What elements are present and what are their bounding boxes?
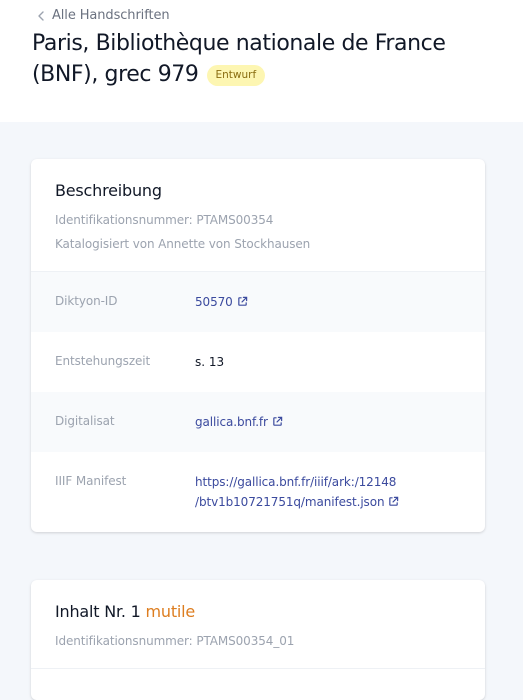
mutile-tag: mutile (145, 602, 196, 621)
iiif-link-line1: https://gallica.bnf.fr/iiif/ark:/12148 (195, 475, 397, 489)
content-identification-number: Identifikationsnummer: PTAMS00354_01 (55, 634, 295, 648)
detail-label: Entstehungszeit (55, 354, 151, 368)
card-heading: Beschreibung (55, 181, 162, 200)
description-card: Beschreibung Identifikationsnummer: PTAM… (31, 159, 485, 532)
diktyon-link-text: 50570 (195, 295, 233, 309)
detail-row-origin: Entstehungszeit s. 13 (31, 332, 485, 392)
content-heading-label: Inhalt Nr. 1 (55, 602, 141, 621)
content-card: Inhalt Nr. 1 mutile Identifikationsnumme… (31, 580, 485, 700)
detail-row-diktyon: Diktyon-ID 50570 (31, 272, 485, 332)
cataloged-by: Katalogisiert von Annette von Stockhause… (55, 237, 311, 251)
detail-label: Digitalisat (55, 414, 115, 428)
content-heading: Inhalt Nr. 1 mutile (55, 600, 461, 624)
iiif-manifest-link[interactable]: https://gallica.bnf.fr/iiif/ark:/12148/b… (195, 475, 399, 509)
iiif-link-line2: /btv1b10721751q/manifest.json (195, 495, 385, 509)
page-title-block: Paris, Bibliothèque nationale de France … (32, 28, 492, 90)
back-link-label: Alle Handschriften (52, 8, 170, 23)
detail-value: gallica.bnf.fr (195, 390, 461, 432)
external-link-icon (389, 496, 399, 506)
external-link-icon (273, 416, 283, 426)
status-badge: Entwurf (206, 65, 266, 86)
detail-list: Diktyon-ID 50570 Entstehungszeit s. 13 D… (31, 271, 485, 512)
divider (31, 668, 485, 669)
detail-value: https://gallica.bnf.fr/iiif/ark:/12148/b… (195, 450, 461, 512)
external-link-icon (237, 296, 247, 306)
chevron-left-icon (38, 10, 44, 21)
identification-number: Identifikationsnummer: PTAMS00354 (55, 213, 274, 227)
back-link[interactable]: Alle Handschriften (37, 8, 170, 23)
digitization-link[interactable]: gallica.bnf.fr (195, 415, 283, 429)
detail-label: IIIF Manifest (55, 474, 127, 488)
detail-row-iiif: IIIF Manifest https://gallica.bnf.fr/iii… (31, 452, 485, 512)
digitization-link-text: gallica.bnf.fr (195, 415, 268, 429)
diktyon-link[interactable]: 50570 (195, 295, 248, 309)
detail-value: 50570 (195, 270, 461, 312)
detail-label: Diktyon-ID (55, 294, 118, 308)
detail-value: s. 13 (195, 355, 225, 369)
page-header: Alle Handschriften Paris, Bibliothèque n… (0, 0, 523, 122)
detail-row-digitization: Digitalisat gallica.bnf.fr (31, 392, 485, 452)
